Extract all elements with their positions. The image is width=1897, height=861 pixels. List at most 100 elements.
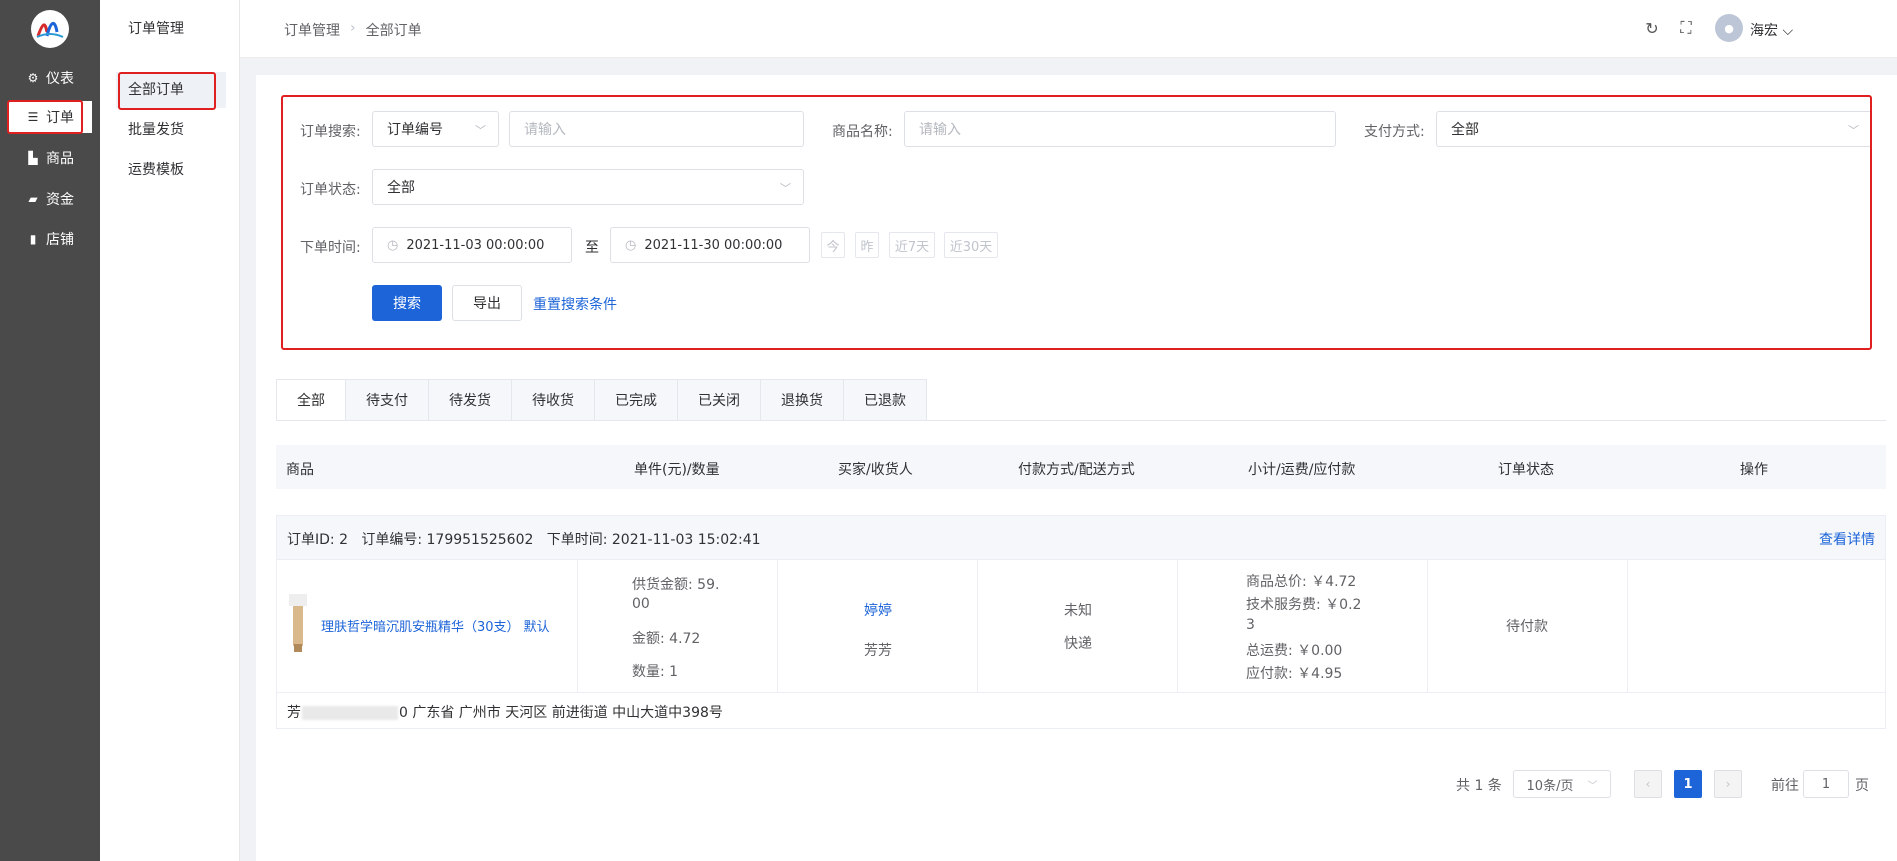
service-fee: 技术服务费: ￥0.2 <box>1246 597 1362 613</box>
payment-cell: 未知 快递 <box>978 560 1178 693</box>
list-icon: ☰ <box>27 110 39 124</box>
column-header: 单件(元)/数量 <box>634 462 720 478</box>
sub-sidebar-title: 订单管理 <box>128 21 184 37</box>
nav-item-products[interactable]: ▙ 商品 <box>8 142 92 174</box>
nav-item-dashboard[interactable]: ⚙ 仪表 <box>8 62 92 94</box>
fullscreen-icon[interactable]: ⛶ <box>1676 18 1696 38</box>
reset-filters-link[interactable]: 重置搜索条件 <box>533 294 617 314</box>
column-header: 小计/运费/应付款 <box>1248 462 1356 478</box>
tab-pending-shipment[interactable]: 待发货 <box>429 379 512 421</box>
start-time-value: 2021-11-03 00:00:00 <box>406 237 545 253</box>
order-status-tabs: 全部 待支付 待发货 待收货 已完成 已关闭 退换货 已退款 <box>276 379 927 421</box>
page-size-value: 10条/页 <box>1526 778 1574 794</box>
nav-item-label: 订单 <box>46 110 74 126</box>
nav-item-orders[interactable]: ☰ 订单 <box>8 101 92 133</box>
total-count: 共 1 条 <box>1456 778 1502 794</box>
quick-30days-button[interactable]: 近30天 <box>944 232 998 258</box>
goto-label: 前往 <box>1771 778 1799 794</box>
product-name-link[interactable]: 理肤哲学暗沉肌安瓶精华（30支） 默认 <box>321 616 550 635</box>
quick-today-button[interactable]: 今 <box>821 232 845 258</box>
goto-page-value: 1 <box>1821 776 1831 792</box>
delivery-method: 快递 <box>1064 636 1092 652</box>
order-search-type-select[interactable]: 订单编号 ﹀ <box>372 111 499 147</box>
payable-amount: 应付款: ￥4.95 <box>1246 666 1343 682</box>
item-amount: 金额: 4.72 <box>632 631 701 647</box>
sub-item-all-orders[interactable]: 全部订单 <box>116 72 226 108</box>
chevron-down-icon: ﹀ <box>780 182 791 195</box>
current-page-button[interactable]: 1 <box>1674 770 1702 798</box>
tab-pending-payment[interactable]: 待支付 <box>346 379 429 421</box>
start-time-input[interactable]: ◷ 2021-11-03 00:00:00 <box>372 227 572 263</box>
search-button[interactable]: 搜索 <box>372 285 442 321</box>
quick-yesterday-button[interactable]: 昨 <box>855 232 879 258</box>
column-header: 商品 <box>286 462 314 478</box>
service-fee-cont: 3 <box>1246 617 1255 633</box>
sub-item-shipping-template[interactable]: 运费模板 <box>116 152 226 188</box>
next-page-button[interactable]: › <box>1714 770 1742 798</box>
chevron-down-icon: ﹀ <box>1848 124 1859 137</box>
column-header: 付款方式/配送方式 <box>1018 462 1135 478</box>
address-prefix: 芳 <box>287 705 301 721</box>
order-status-select[interactable]: 全部 ﹀ <box>372 169 804 205</box>
column-header: 买家/收货人 <box>838 462 913 478</box>
order-status: 待付款 <box>1506 619 1548 635</box>
goto-page-input[interactable]: 1 <box>1803 770 1849 798</box>
nav-item-label: 仪表 <box>46 71 74 87</box>
top-header: 订单管理 › 全部订单 ↻ ⛶ ● 海宏 ⌵ <box>240 0 1897 58</box>
chevron-down-icon: ﹀ <box>475 124 486 137</box>
breadcrumb-item-current: 全部订单 <box>365 23 422 39</box>
product-thumbnail[interactable] <box>287 592 309 654</box>
supply-amount-cont: 00 <box>632 596 650 612</box>
export-button[interactable]: 导出 <box>452 285 522 321</box>
order-row: 理肤哲学暗沉肌安瓶精华（30支） 默认 供货金额: 59. 00 金额: 4.7… <box>277 560 1885 693</box>
tab-all[interactable]: 全部 <box>276 379 346 421</box>
user-menu[interactable]: 海宏 ⌵ <box>1750 20 1793 40</box>
item-quantity: 数量: 1 <box>632 664 679 680</box>
goto-suffix: 页 <box>1855 778 1869 794</box>
payment-method-label: 支付方式: <box>1364 124 1425 140</box>
refresh-icon[interactable]: ↻ <box>1642 18 1662 38</box>
tab-closed[interactable]: 已关闭 <box>678 379 761 421</box>
breadcrumb-item[interactable]: 订单管理 <box>284 20 340 40</box>
page-size-select[interactable]: 10条/页 ﹀ <box>1513 770 1611 798</box>
tab-completed[interactable]: 已完成 <box>595 379 678 421</box>
order-search-type-value: 订单编号 <box>387 122 443 138</box>
redacted-phone <box>302 706 398 720</box>
app-logo[interactable] <box>31 10 69 48</box>
order-status-value: 全部 <box>387 180 415 196</box>
payment-method-select[interactable]: 全部 ﹀ <box>1436 111 1872 147</box>
tab-refunded[interactable]: 已退款 <box>844 379 927 421</box>
tab-returns[interactable]: 退换货 <box>761 379 844 421</box>
avatar[interactable]: ● <box>1715 14 1743 42</box>
sub-item-batch-ship[interactable]: 批量发货 <box>116 112 226 148</box>
shipping-fee: 总运费: ￥0.00 <box>1246 643 1343 659</box>
chevron-right-icon: › <box>350 20 356 36</box>
buyer-cell: 婷婷 芳芳 <box>778 560 978 693</box>
order-search-input[interactable]: 请输入 <box>509 111 804 147</box>
order-header: 订单ID: 2 订单编号: 179951525602 下单时间: 2021-11… <box>277 516 1885 560</box>
prev-page-button[interactable]: ‹ <box>1634 770 1662 798</box>
chevron-down-icon: ﹀ <box>1587 780 1598 792</box>
product-name-label: 商品名称: <box>832 124 893 140</box>
wallet-icon: ▰ <box>28 192 38 206</box>
column-header: 操作 <box>1740 462 1768 478</box>
main-sidebar: ⚙ 仪表 ☰ 订单 ▙ 商品 ▰ 资金 ▮ 店铺 <box>0 0 100 861</box>
product-name-input[interactable]: 请输入 <box>904 111 1336 147</box>
product-cell: 理肤哲学暗沉肌安瓶精华（30支） 默认 <box>277 560 578 693</box>
nav-item-store[interactable]: ▮ 店铺 <box>8 223 92 255</box>
logo-mark-icon <box>36 22 64 38</box>
tab-pending-receipt[interactable]: 待收货 <box>512 379 595 421</box>
end-time-value: 2021-11-30 00:00:00 <box>644 237 783 253</box>
address-text: 0 广东省 广州市 天河区 前进街道 中山大道中398号 <box>399 705 723 721</box>
nav-item-funds[interactable]: ▰ 资金 <box>8 183 92 215</box>
user-name: 海宏 <box>1750 23 1778 39</box>
quick-7days-button[interactable]: 近7天 <box>889 232 935 258</box>
clock-icon: ◷ <box>387 237 399 253</box>
end-time-input[interactable]: ◷ 2021-11-30 00:00:00 <box>610 227 810 263</box>
sub-sidebar: 订单管理 全部订单 批量发货 运费模板 <box>100 0 240 861</box>
shipping-address: 芳 0 广东省 广州市 天河区 前进街道 中山大道中398号 <box>287 702 723 722</box>
buyer-name-link[interactable]: 婷婷 <box>864 600 892 620</box>
view-details-link[interactable]: 查看详情 <box>1819 529 1875 549</box>
tabs-divider <box>276 420 1886 421</box>
order-search-label: 订单搜索: <box>300 124 361 140</box>
